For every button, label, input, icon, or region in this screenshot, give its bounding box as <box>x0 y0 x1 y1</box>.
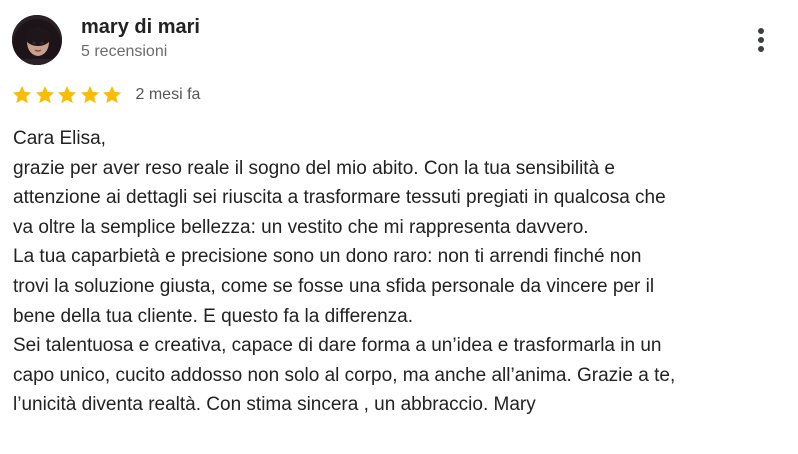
avatar-photo <box>12 15 62 65</box>
star-icon <box>57 86 77 104</box>
more-vertical-icon <box>758 28 764 34</box>
reviewer-name[interactable]: mary di mari <box>81 15 200 39</box>
rating-row: 2 mesi fa <box>11 83 200 107</box>
review-text-line: La tua caparbietà e precisione sono un d… <box>13 246 642 268</box>
review-text-line: va oltre la semplice bellezza: un vestit… <box>13 216 589 238</box>
star-icon <box>35 86 54 104</box>
review-text-line: Cara Elisa, <box>13 128 106 149</box>
review-text-line: bene della tua cliente. E questo fa la d… <box>13 305 413 327</box>
avatar[interactable] <box>12 15 62 65</box>
review-text: Cara Elisa, grazie per aver reso reale il… <box>13 124 793 420</box>
review-count: 5 recensioni <box>81 43 168 60</box>
review-text-line: trovi la soluzione giusta, come se fosse… <box>13 275 655 297</box>
star-icon <box>80 86 99 104</box>
more-vertical-icon-dot <box>758 46 764 52</box>
star-rating <box>11 84 124 106</box>
star-icon <box>12 86 32 104</box>
review-card: mary di mari 5 recensioni 2 mesi fa Cara… <box>0 0 798 454</box>
review-text-line: l’unicità diventa realtà. Con stima sinc… <box>13 394 536 416</box>
review-text-line: grazie per aver reso reale il sogno del … <box>13 157 615 179</box>
review-text-line: attenzione ai dettagli sei riuscita a tr… <box>13 187 666 209</box>
more-options-button[interactable] <box>748 22 774 58</box>
review-text-line: capo unico, cucito addosso non solo al c… <box>13 364 676 386</box>
star-icon <box>102 86 122 104</box>
review-text-line: Sei talentuosa e creativa, capace di dar… <box>13 335 662 357</box>
more-vertical-icon-dot <box>758 37 764 43</box>
review-date: 2 mesi fa <box>135 86 201 103</box>
